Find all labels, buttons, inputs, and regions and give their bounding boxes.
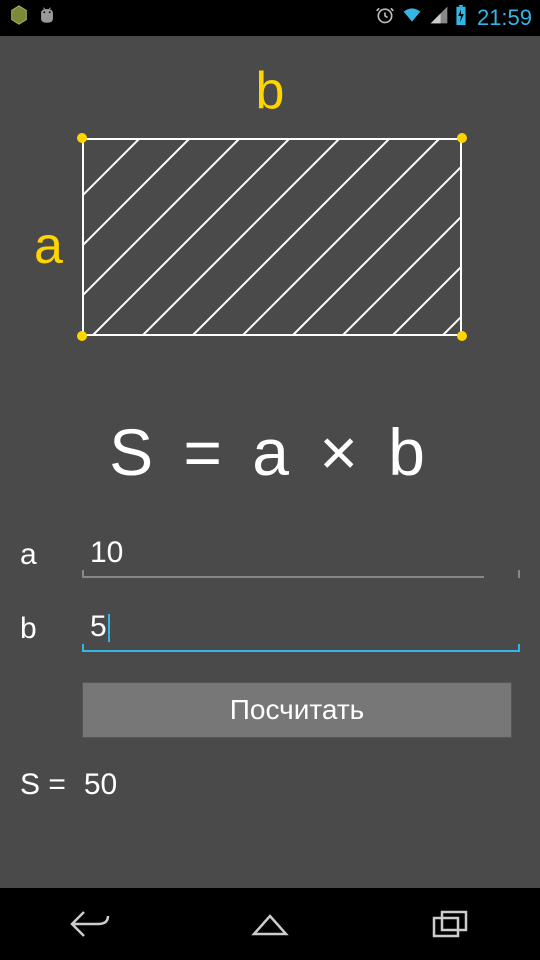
corner-dot (77, 133, 87, 143)
wifi-icon (401, 5, 423, 31)
home-button[interactable] (230, 904, 310, 944)
signal-icon (429, 5, 449, 31)
diagram-label-a: a (34, 216, 63, 276)
alarm-icon (375, 5, 395, 31)
input-label-b: b (20, 612, 52, 646)
rectangle-diagram (82, 138, 462, 336)
status-bar: 21:59 (0, 0, 540, 36)
corner-dot (457, 133, 467, 143)
input-b[interactable]: 5 (82, 606, 520, 652)
diagram-area: b a (20, 66, 520, 366)
recent-apps-button[interactable] (410, 904, 490, 944)
diagram-label-b: b (256, 61, 285, 121)
corner-dot (457, 331, 467, 341)
corner-dot (77, 331, 87, 341)
android-debug-icon (36, 4, 58, 32)
formula-text: S = a × b (20, 414, 520, 490)
calculate-button[interactable]: Посчитать (82, 682, 512, 738)
battery-icon (455, 4, 467, 32)
input-label-a: a (20, 538, 52, 572)
result-value: 50 (84, 768, 117, 802)
result-label: S = (20, 768, 66, 802)
app-notification-icon (8, 4, 30, 32)
input-a[interactable] (82, 532, 484, 578)
status-time: 21:59 (477, 5, 532, 31)
navigation-bar (0, 888, 540, 960)
back-button[interactable] (50, 904, 130, 944)
